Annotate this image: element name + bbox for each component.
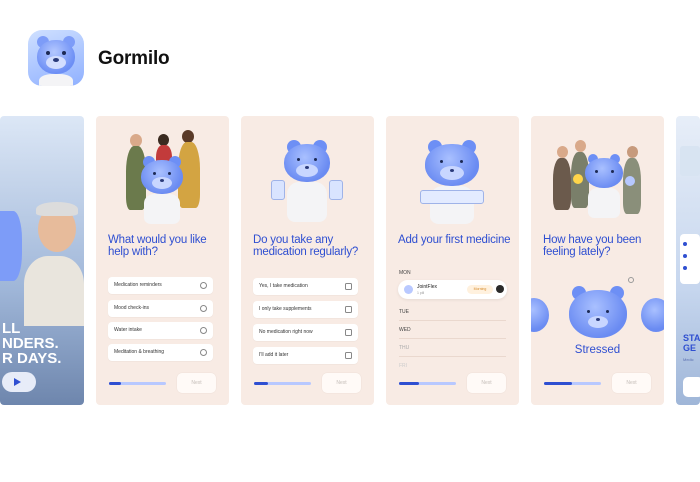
option-supplements[interactable]: I only take supplements: [253, 301, 358, 318]
medicine-card[interactable]: JointFlex 1 pill Morning: [398, 280, 507, 299]
progress-bar: [399, 382, 456, 385]
checkbox-icon: [345, 306, 352, 313]
option-mood-checkins[interactable]: Mood check-ins: [108, 300, 213, 317]
screen-help-with: What would you like help with? Medicatio…: [96, 116, 229, 405]
moon-icon: [496, 285, 504, 293]
option-medication-reminders[interactable]: Medication reminders: [108, 277, 213, 294]
mood-bear-right: [641, 298, 664, 332]
mood-label: Stressed: [574, 344, 621, 356]
next-button[interactable]: Next: [612, 373, 651, 393]
day-label: WED: [399, 327, 411, 333]
checkbox-icon: [345, 329, 352, 336]
screen-promo-left: LL NDERS. R DAYS.: [0, 116, 84, 405]
mood-bear-left: [531, 298, 549, 332]
time-badge: Morning: [467, 285, 493, 294]
bear-mascot: [138, 152, 186, 228]
next-button[interactable]: Next: [177, 373, 216, 393]
play-icon: [14, 378, 21, 386]
screen-medication-question: Do you take any medication regularly? Ye…: [241, 116, 374, 405]
radio-icon: [200, 349, 207, 356]
screen-title: What would you like help with?: [108, 234, 207, 258]
option-add-later[interactable]: I'll add it later: [253, 347, 358, 364]
screen-title: Add your first medicine: [398, 234, 511, 246]
day-label: TUE: [399, 309, 409, 315]
option-water-intake[interactable]: Water intake: [108, 322, 213, 339]
radio-icon: [200, 305, 207, 312]
next-button[interactable]: Next: [467, 373, 506, 393]
showcase: Gormilo LL NDERS. R DAYS. What would you…: [0, 0, 700, 482]
screen-title: How have you been feeling lately?: [543, 234, 642, 258]
phone-mockup: [680, 234, 700, 284]
day-label: MON: [399, 270, 411, 276]
day-label: FRI: [399, 363, 408, 369]
option-yes-medication[interactable]: Yes, I take medication: [253, 278, 358, 295]
radio-icon: [200, 327, 207, 334]
screen-feeling: How have you been feeling lately? Stress…: [531, 116, 664, 405]
doctor-bear: [267, 136, 347, 224]
grandpa-body: [24, 256, 84, 326]
screen-title: Do you take any medication regularly?: [253, 234, 359, 258]
mood-bear-stressed[interactable]: [569, 286, 627, 340]
progress-bar: [254, 382, 311, 385]
option-meditation[interactable]: Meditation & breathing: [108, 344, 213, 361]
pill-icon: [404, 285, 413, 294]
option-no-medication[interactable]: No medication right now: [253, 324, 358, 341]
bear-app-icon: [28, 30, 84, 86]
screen-add-medicine: Add your first medicine MON JointFlex 1 …: [386, 116, 519, 405]
checkbox-icon: [345, 352, 352, 359]
app-name: Gormilo: [98, 48, 170, 69]
bear-with-pillbox: [420, 136, 484, 226]
screen-promo-right: STA GE Medic: [676, 116, 700, 405]
family-with-bear: [549, 138, 645, 230]
progress-bar: [109, 382, 166, 385]
radio-icon: [200, 282, 207, 289]
progress-bar: [544, 382, 601, 385]
promo-caption: Medic: [683, 357, 694, 362]
next-button[interactable]: Next: [322, 373, 361, 393]
cta-button[interactable]: [683, 377, 700, 397]
day-label: THU: [399, 345, 410, 351]
promo-headline: STA GE: [683, 333, 700, 353]
checkbox-icon: [345, 283, 352, 290]
play-button[interactable]: [2, 372, 36, 392]
promo-headline: LL NDERS. R DAYS.: [2, 320, 62, 367]
bear-partial: [0, 211, 22, 281]
